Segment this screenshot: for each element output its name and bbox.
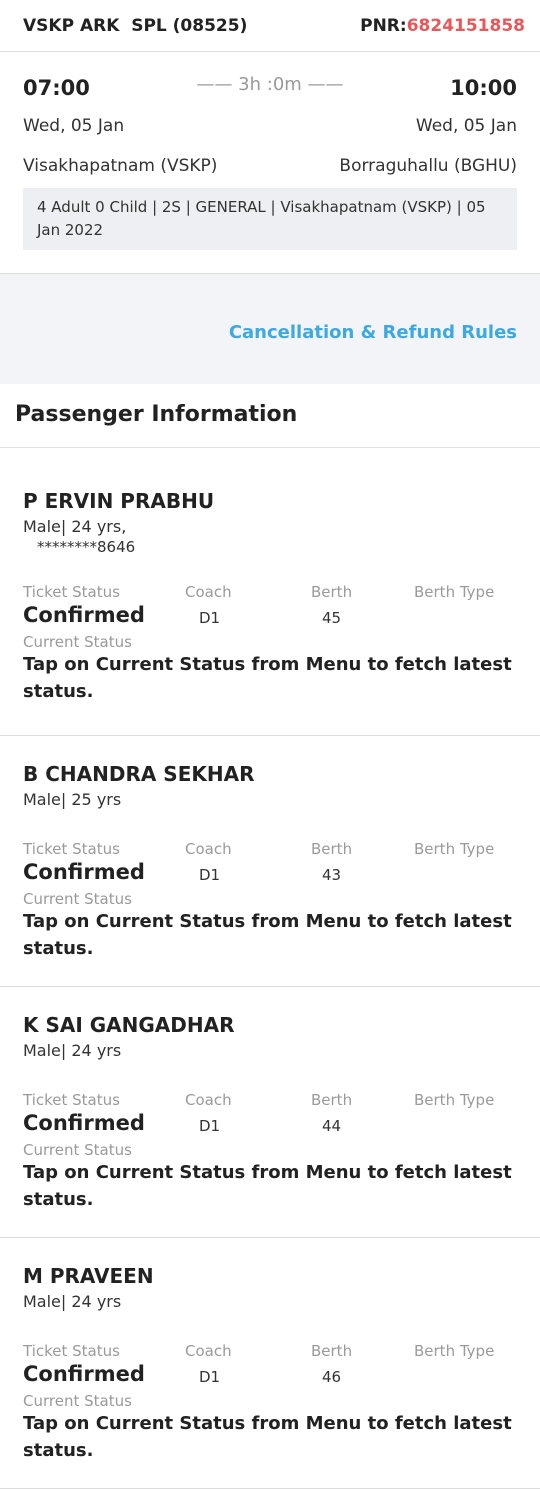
berth-type-label: Berth Type [414,1091,495,1109]
berth-label: Berth [311,1342,353,1360]
journey-summary: 07:00 —— 3h :0m —— 10:00 Wed, 05 Jan Wed… [0,52,540,274]
berth-value: 44 [322,1117,342,1135]
ticket-details: Ticket Status Confirmed Coach D1 Berth 46 Bert… [23,1342,517,1392]
pnr-value: 6824151858 [406,15,525,36]
passenger-gender-age: Male| 24 yrs [23,1041,122,1060]
departure-time: 07:00 [23,76,90,100]
pnr-label: PNR: [360,15,407,36]
section-title: Passenger Information [0,384,540,448]
passenger-gender-age: Male| 24 yrs, [23,517,127,536]
berth-type-label: Berth Type [414,840,495,858]
ticket-status-value: Confirmed [23,603,145,627]
ticket-status-label: Ticket Status [23,1091,120,1109]
passenger-name: K SAI GANGADHAR [23,1013,235,1037]
from-station: Visakhapatnam (VSKP) [23,156,218,176]
coach-value: D1 [199,609,221,627]
coach-label: Coach [185,840,232,858]
passenger-gender-age: Male| 25 yrs [23,790,122,809]
berth-value: 45 [322,609,342,627]
arrival-time: 10:00 [450,76,517,100]
coach-value: D1 [199,866,221,884]
ticket-details: Ticket Status Confirmed Coach D1 Berth 45 Bert… [23,583,517,633]
arrival-date: Wed, 05 Jan [415,116,517,136]
coach-value: D1 [199,1368,221,1386]
current-status-label: Current Status [23,1141,132,1159]
berth-value: 43 [322,866,342,884]
current-status-label: Current Status [23,890,132,908]
ticket-status-value: Confirmed [23,860,145,884]
berth-label: Berth [311,840,353,858]
berth-type-label: Berth Type [414,1342,495,1360]
rules-bar: Cancellation & Refund Rules [0,274,540,370]
passenger-id-masked: ********8646 [37,538,136,556]
passenger-name: M PRAVEEN [23,1264,154,1288]
current-status-value: Tap on Current Status from Menu to fetch… [23,911,512,959]
ticket-header: VSKP ARK SPL (08525) PNR:6824151858 [0,0,540,52]
ticket-status-value: Confirmed [23,1362,145,1386]
passenger-card: M PRAVEEN Male| 24 yrs Ticket Status Confir… [0,1238,540,1489]
booking-summary: 4 Adult 0 Child | 2S | GENERAL | Visakha… [23,188,517,250]
berth-type-label: Berth Type [414,583,495,601]
departure-date: Wed, 05 Jan [23,116,125,136]
coach-label: Coach [185,1091,232,1109]
coach-label: Coach [185,583,232,601]
berth-value: 46 [322,1368,342,1386]
pnr: PNR:6824151858 [360,16,525,36]
ticket-status-label: Ticket Status [23,1342,120,1360]
passenger-list: P ERVIN PRABHU Male| 24 yrs, ********8646 T… [0,448,540,1489]
current-status-label: Current Status [23,633,132,651]
ticket-status-label: Ticket Status [23,840,120,858]
ticket-details: Ticket Status Confirmed Coach D1 Berth 43 Bert… [23,840,517,890]
passenger-card: B CHANDRA SEKHAR Male| 25 yrs Ticket Statu… [0,736,540,987]
cancellation-refund-rules-link[interactable]: Cancellation & Refund Rules [229,322,517,343]
current-status-value: Tap on Current Status from Menu to fetch… [23,1413,512,1461]
passenger-name: P ERVIN PRABHU [23,489,215,513]
current-status-label: Current Status [23,1392,132,1410]
coach-label: Coach [185,1342,232,1360]
ticket-status-label: Ticket Status [23,583,120,601]
passenger-card: K SAI GANGADHAR Male| 24 yrs Ticket Status… [0,987,540,1238]
passenger-gender-age: Male| 24 yrs [23,1292,122,1311]
current-status-value: Tap on Current Status from Menu to fetch… [23,654,512,702]
passenger-card: P ERVIN PRABHU Male| 24 yrs, ********8646 T… [0,448,540,736]
to-station: Borraguhallu (BGHU) [339,156,517,176]
berth-label: Berth [311,583,353,601]
berth-label: Berth [311,1091,353,1109]
ticket-status-value: Confirmed [23,1111,145,1135]
coach-value: D1 [199,1117,221,1135]
ticket-details: Ticket Status Confirmed Coach D1 Berth 44 Bert… [23,1091,517,1141]
section-divider [0,370,540,384]
current-status-value: Tap on Current Status from Menu to fetch… [23,1162,512,1210]
train-name: VSKP ARK SPL (08525) [23,15,248,36]
passenger-name: B CHANDRA SEKHAR [23,762,255,786]
journey-duration: —— 3h :0m —— [196,73,344,95]
